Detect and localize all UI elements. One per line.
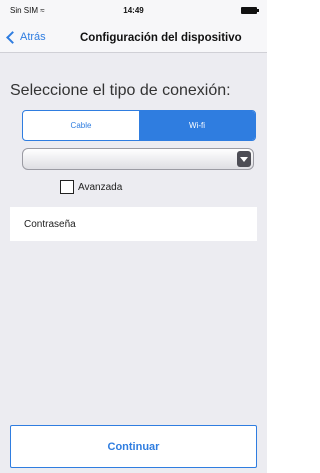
advanced-option[interactable]: Avanzada bbox=[60, 180, 122, 194]
navigation-bar: Atrás Configuración del dispositivo bbox=[0, 20, 267, 53]
device-screen: Sin SIM ≈ 14:49 Atrás Configuración del … bbox=[0, 0, 267, 473]
advanced-label: Avanzada bbox=[78, 181, 123, 193]
password-field-container bbox=[10, 207, 257, 241]
chevron-left-icon bbox=[6, 30, 19, 44]
continue-button[interactable]: Continuar bbox=[10, 425, 257, 468]
connection-type-prompt: Seleccione el tipo de conexión: bbox=[10, 82, 231, 99]
password-field[interactable] bbox=[22, 217, 245, 231]
back-button[interactable]: Atrás bbox=[6, 28, 46, 46]
dropdown-arrow-icon bbox=[237, 151, 251, 167]
connection-type-segmented-control: Cable Wi-fi bbox=[22, 110, 256, 141]
battery-icon bbox=[241, 7, 259, 14]
status-bar: Sin SIM ≈ 14:49 bbox=[0, 0, 267, 20]
segment-wifi[interactable]: Wi-fi bbox=[139, 111, 255, 140]
advanced-checkbox[interactable] bbox=[60, 180, 74, 194]
page-title: Configuración del dispositivo bbox=[80, 32, 242, 44]
back-button-label: Atrás bbox=[20, 31, 46, 43]
network-select[interactable] bbox=[22, 148, 254, 170]
status-time: 14:49 bbox=[123, 6, 144, 15]
segment-cable[interactable]: Cable bbox=[23, 111, 139, 140]
